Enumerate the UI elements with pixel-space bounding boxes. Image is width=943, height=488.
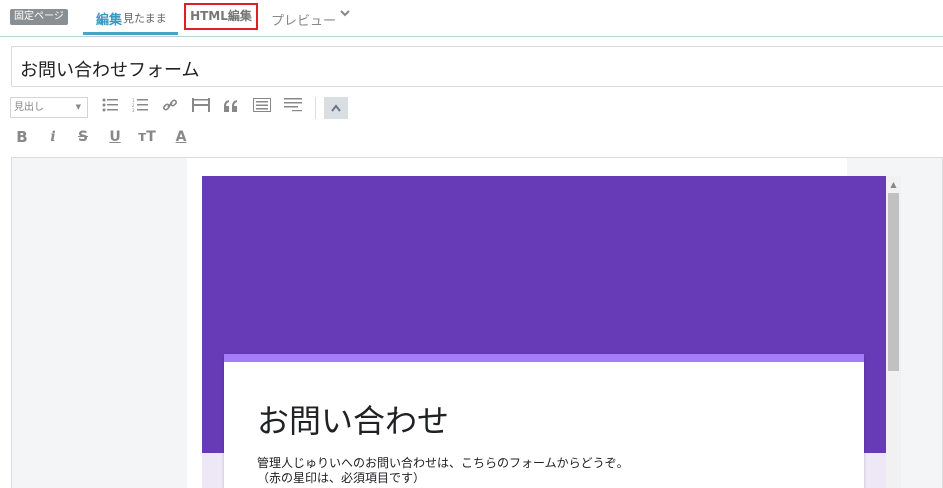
embedded-form[interactable]: お問い合わせ 管理人じゅりいへのお問い合わせは、こちらのフォームからどうぞ。 （…: [202, 176, 886, 488]
link-icon[interactable]: [159, 97, 181, 119]
toolbar-row-1: 見出し ▼ 123: [0, 95, 943, 121]
form-desc-line-1: 管理人じゅりいへのお問い合わせは、こちらのフォームからどうぞ。: [257, 456, 629, 470]
tab-preview[interactable]: プレビュー: [271, 10, 336, 29]
svg-text:3: 3: [132, 108, 135, 112]
tab-edit-label: 編集: [96, 13, 123, 28]
form-title: お問い合わせ: [257, 402, 450, 440]
form-description: 管理人じゅりいへのお問い合わせは、こちらのフォームからどうぞ。 （赤の星印は、必…: [257, 456, 629, 486]
toolbar-divider: [315, 97, 316, 119]
footnote-icon[interactable]: [282, 97, 304, 119]
collapse-toolbar-button[interactable]: [324, 97, 348, 119]
form-scrollbar[interactable]: ▲: [886, 176, 901, 488]
heading-select[interactable]: 見出し ▼: [10, 97, 88, 118]
editor-tab-bar: 固定ページ 編集 見たまま HTML編集 プレビュー: [0, 0, 943, 37]
text-size-button[interactable]: тT: [136, 126, 158, 148]
italic-button[interactable]: i: [42, 126, 64, 148]
toolbar-row-2: B i S U тT A: [0, 124, 943, 150]
tab-edit[interactable]: 編集 見たまま: [83, 0, 178, 35]
bold-button[interactable]: B: [11, 126, 33, 148]
form-desc-line-2: （赤の星印は、必須項目です）: [257, 471, 426, 485]
scroll-thumb[interactable]: [888, 193, 899, 371]
title-input[interactable]: お問い合わせフォーム: [11, 46, 943, 87]
chevron-down-icon[interactable]: [340, 7, 350, 21]
more-break-icon[interactable]: [190, 97, 212, 119]
underline-button[interactable]: U: [104, 126, 126, 148]
form-card: お問い合わせ 管理人じゅりいへのお問い合わせは、こちらのフォームからどうぞ。 （…: [224, 354, 864, 488]
scroll-up-arrow-icon[interactable]: ▲: [886, 176, 901, 193]
bullet-list-icon[interactable]: [99, 97, 121, 119]
tab-html-edit[interactable]: HTML編集: [184, 3, 258, 30]
heading-select-label: 見出し: [14, 102, 44, 113]
fixed-page-badge: 固定ページ: [10, 9, 68, 25]
dropdown-arrow-icon: ▼: [75, 103, 81, 111]
text-color-button[interactable]: A: [170, 126, 192, 148]
numbered-list-icon[interactable]: 123: [129, 97, 151, 119]
quote-icon[interactable]: [220, 97, 242, 119]
tab-edit-sublabel: 見たまま: [123, 12, 167, 25]
strikethrough-button[interactable]: S: [72, 126, 94, 148]
title-input-value: お問い合わせフォーム: [20, 60, 200, 81]
table-of-contents-icon[interactable]: [251, 97, 273, 119]
